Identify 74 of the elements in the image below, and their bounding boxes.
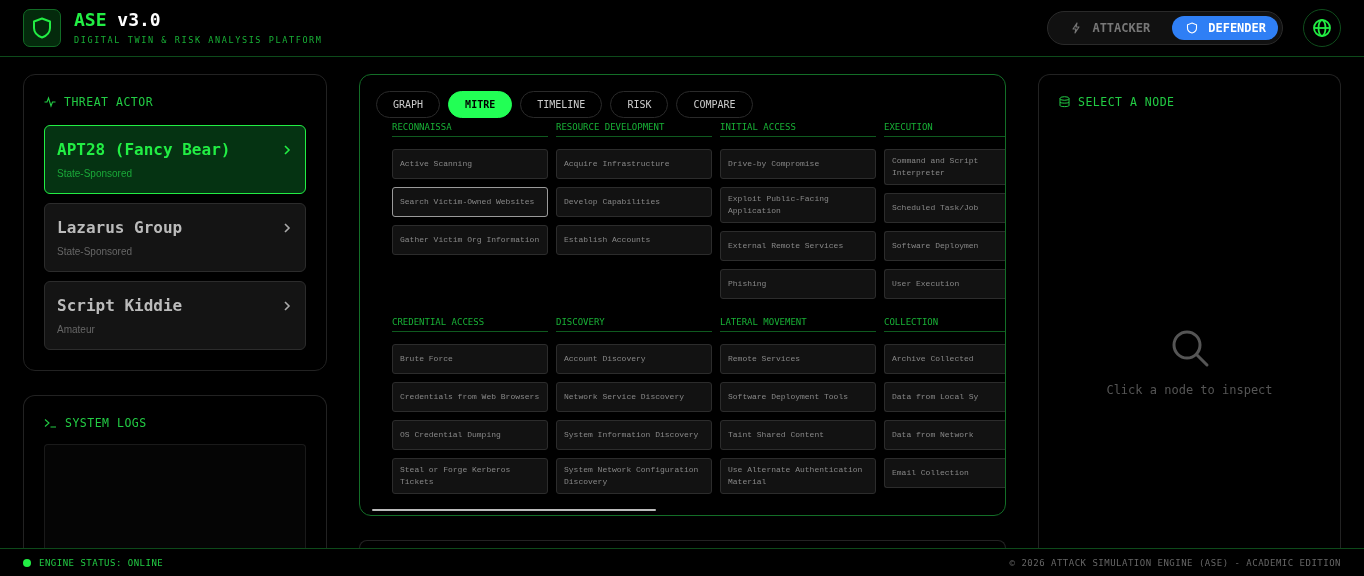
technique-card[interactable]: Active Scanning [392, 149, 548, 179]
technique-card[interactable]: Search Victim-Owned Websites [392, 187, 548, 217]
technique-card[interactable]: Command and Script Interpreter [884, 149, 1005, 185]
technique-card[interactable]: Exploit Public-Facing Application [720, 187, 876, 223]
actor-card[interactable]: Script Kiddie Amateur [44, 281, 306, 350]
technique-card[interactable]: Brute Force [392, 344, 548, 374]
actor-name: Lazarus Group [57, 218, 183, 237]
technique-card[interactable]: Remote Services [720, 344, 876, 374]
app-subtitle: DIGITAL TWIN & RISK ANALYSIS PLATFORM [74, 35, 323, 45]
actor-name: Script Kiddie [57, 296, 183, 315]
tactic-heading: RECONNAISSA [392, 122, 548, 137]
technique-card[interactable]: Acquire Infrastructure [556, 149, 712, 179]
actor-type: State-Sponsored [57, 246, 133, 257]
status-dot-icon [23, 558, 31, 567]
tactic-heading: EXECUTION [884, 122, 1005, 137]
technique-card[interactable]: System Information Discovery [556, 420, 712, 450]
technique-card[interactable]: Steal or Forge Kerberos Tickets [392, 458, 548, 494]
app-title: ASE v3.0 [74, 11, 162, 29]
actor-card[interactable]: Lazarus Group State-Sponsored [44, 203, 306, 272]
horizontal-scrollbar[interactable] [372, 509, 656, 511]
mode-button[interactable]: DEFENDER [1172, 16, 1278, 40]
shield-icon [1186, 22, 1199, 34]
chevron-right-icon [283, 144, 291, 156]
technique-card[interactable]: Gather Victim Org Information [392, 225, 548, 255]
technique-card[interactable]: Software Deployment Tools [720, 382, 876, 412]
database-icon [1059, 96, 1070, 108]
technique-card[interactable]: Drive-by Compromise [720, 149, 876, 179]
actor-type: Amateur [57, 324, 95, 335]
pulse-icon [44, 96, 56, 108]
tactic-heading: LATERAL MOVEMENT [720, 317, 876, 332]
tactic-heading: RESOURCE DEVELOPMENT [556, 122, 712, 137]
technique-card[interactable]: User Execution [884, 269, 1005, 299]
technique-card[interactable]: Account Discovery [556, 344, 712, 374]
language-button[interactable] [1303, 9, 1341, 47]
globe-icon [1312, 18, 1332, 38]
technique-card[interactable]: Use Alternate Authentication Material [720, 458, 876, 494]
technique-card[interactable]: OS Credential Dumping [392, 420, 548, 450]
actor-name: APT28 (Fancy Bear) [57, 140, 231, 159]
mode-button[interactable]: ATTACKER [1052, 16, 1169, 40]
view-tab[interactable]: MITRE [448, 91, 513, 118]
engine-status: ENGINE STATUS: ONLINE [39, 557, 164, 568]
technique-card[interactable]: Data from Network [884, 420, 1005, 450]
technique-card[interactable]: System Network Configuration Discovery [556, 458, 712, 494]
panel-title: SELECT A NODE [1078, 95, 1175, 109]
actor-type: State-Sponsored [57, 168, 133, 179]
technique-card[interactable]: Software Deploymen [884, 231, 1005, 261]
technique-card[interactable]: Email Collection [884, 458, 1005, 488]
panel-title: SYSTEM LOGS [65, 416, 147, 430]
copyright-text: © 2026 ATTACK SIMULATION ENGINE (ASE) - ACADEMIC EDITION [1009, 557, 1341, 568]
technique-card[interactable]: Scheduled Task/Job [884, 193, 1005, 223]
tactic-heading: COLLECTION [884, 317, 1005, 332]
view-tab[interactable]: GRAPH [376, 91, 441, 118]
technique-card[interactable]: Data from Local Sy [884, 382, 1005, 412]
technique-card[interactable]: Credentials from Web Browsers [392, 382, 548, 412]
view-tab[interactable]: TIMELINE [520, 91, 603, 118]
panel-title: THREAT ACTOR [64, 95, 154, 109]
tactic-heading: INITIAL ACCESS [720, 122, 876, 137]
technique-card[interactable]: Establish Accounts [556, 225, 712, 255]
shield-logo-icon [23, 9, 61, 47]
technique-card[interactable]: Archive Collected [884, 344, 1005, 374]
terminal-icon [44, 418, 57, 428]
view-tab[interactable]: COMPARE [676, 91, 753, 118]
tactic-heading: CREDENTIAL ACCESS [392, 317, 548, 332]
technique-card[interactable]: Develop Capabilities [556, 187, 712, 217]
technique-card[interactable]: Network Service Discovery [556, 382, 712, 412]
technique-card[interactable]: Phishing [720, 269, 876, 299]
tactic-heading: DISCOVERY [556, 317, 712, 332]
view-tab[interactable]: RISK [610, 91, 669, 118]
empty-state-hint: Click a node to inspect [1106, 383, 1273, 397]
chevron-right-icon [283, 300, 291, 312]
actor-card[interactable]: APT28 (Fancy Bear) State-Sponsored [44, 125, 306, 194]
chevron-right-icon [283, 222, 291, 234]
technique-card[interactable]: External Remote Services [720, 231, 876, 261]
technique-card[interactable]: Taint Shared Content [720, 420, 876, 450]
